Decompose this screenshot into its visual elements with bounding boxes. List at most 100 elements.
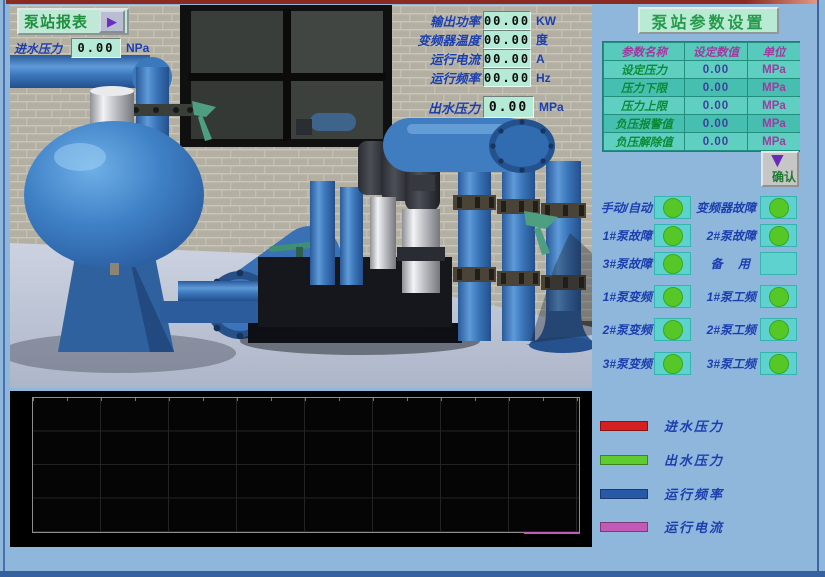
status-spare: 备 用 xyxy=(690,252,797,275)
status-pump1-line: 1#泵工频 xyxy=(690,285,797,308)
param-value[interactable]: 0.00 xyxy=(685,79,747,96)
col-header-value: 设定数值 xyxy=(685,43,747,60)
param-name: 压力下限 xyxy=(604,79,684,96)
outlet-pressure-unit: MPa xyxy=(539,100,564,114)
param-name: 负压解除值 xyxy=(604,133,684,150)
param-name: 压力上限 xyxy=(604,97,684,114)
outlet-pressure-readout: 出水压力 0.00 MPa xyxy=(416,96,564,118)
lamp-box[interactable] xyxy=(760,224,797,247)
col-header-name: 参数名称 xyxy=(604,43,684,60)
param-unit: MPa xyxy=(748,79,800,96)
lamp-icon xyxy=(769,226,789,246)
inlet-pressure-label: 进水压力 xyxy=(14,40,71,57)
status-inverter-fault: 变频器故障 xyxy=(690,196,797,219)
inlet-pressure-value[interactable]: 0.00 xyxy=(71,38,121,58)
legend-swatch xyxy=(600,489,648,499)
output-power-value[interactable]: 00.00 xyxy=(483,11,531,30)
inverter-temp-label: 变频器温度 xyxy=(394,30,480,49)
confirm-button-label: 确认 xyxy=(772,168,796,185)
legend-inlet-pressure: 进水压力 xyxy=(600,416,724,435)
legend-run-current: 运行电流 xyxy=(600,517,724,536)
lamp-icon xyxy=(663,254,683,274)
lamp-box[interactable] xyxy=(654,196,691,219)
run-frequency-value[interactable]: 00.00 xyxy=(483,68,531,87)
run-current-label: 运行电流 xyxy=(394,49,480,68)
param-value[interactable]: 0.00 xyxy=(685,133,747,150)
run-frequency-readout: 运行频率 00.00 Hz xyxy=(394,68,551,87)
status-pump2-line: 2#泵工频 xyxy=(690,318,797,341)
lamp-icon xyxy=(769,354,789,374)
status-manual-auto: 手动/自动 xyxy=(592,196,691,219)
status-pump3-line: 3#泵工频 xyxy=(690,352,797,375)
legend-swatch xyxy=(600,522,648,532)
confirm-button[interactable]: ▼ 确认 xyxy=(761,151,799,187)
inlet-pressure-readout: 进水压力 0.00 NPa xyxy=(14,38,149,58)
run-frequency-label: 运行频率 xyxy=(394,68,480,87)
inverter-temp-readout: 变频器温度 00.00 度 xyxy=(394,30,548,49)
lamp-icon xyxy=(663,287,683,307)
param-unit: MPa xyxy=(748,97,800,114)
lamp-box[interactable] xyxy=(760,252,797,275)
run-current-unit: A xyxy=(536,52,545,66)
outlet-pressure-value[interactable]: 0.00 xyxy=(483,96,534,118)
run-frequency-unit: Hz xyxy=(536,71,551,85)
status-pump3-vfd: 3#泵变频 xyxy=(592,352,691,375)
col-header-unit: 单位 xyxy=(748,43,800,60)
run-current-trace xyxy=(524,532,580,534)
inlet-pressure-unit: NPa xyxy=(126,41,149,55)
report-button[interactable]: 泵站报表 ▶ xyxy=(17,8,129,35)
lamp-icon xyxy=(663,320,683,340)
legend-swatch xyxy=(600,421,648,431)
window-border-bottom xyxy=(0,571,825,577)
window-border-right xyxy=(817,0,819,577)
lamp-icon xyxy=(769,198,789,218)
inverter-temp-value[interactable]: 00.00 xyxy=(483,30,531,49)
run-current-value[interactable]: 00.00 xyxy=(483,49,531,68)
settings-table: 参数名称 设定数值 单位 设定压力 0.00 MPa 压力下限 0.00 MPa… xyxy=(602,41,800,152)
status-pump2-vfd: 2#泵变频 xyxy=(592,318,691,341)
lamp-icon xyxy=(663,198,683,218)
legend-run-frequency: 运行频率 xyxy=(600,484,724,503)
param-name: 负压报警值 xyxy=(604,115,684,132)
title-stripe xyxy=(6,0,819,4)
settings-panel-title: 泵站参数设置 xyxy=(638,7,779,34)
play-icon[interactable]: ▶ xyxy=(99,10,125,33)
report-button-label: 泵站报表 xyxy=(24,11,99,32)
lamp-icon xyxy=(769,320,789,340)
param-unit: MPa xyxy=(748,115,800,132)
legend-swatch xyxy=(600,455,648,465)
inverter-temp-unit: 度 xyxy=(536,31,548,48)
status-pump1-vfd: 1#泵变频 xyxy=(592,285,691,308)
lamp-box[interactable] xyxy=(760,285,797,308)
param-value[interactable]: 0.00 xyxy=(685,97,747,114)
window-border-left xyxy=(3,0,5,577)
lamp-box[interactable] xyxy=(654,285,691,308)
param-value[interactable]: 0.00 xyxy=(685,115,747,132)
outlet-pressure-label: 出水压力 xyxy=(416,98,480,117)
lamp-box[interactable] xyxy=(654,352,691,375)
lamp-icon xyxy=(663,226,683,246)
lamp-icon xyxy=(769,287,789,307)
lamp-icon xyxy=(663,354,683,374)
lamp-box[interactable] xyxy=(654,252,691,275)
pump-station-hmi: 泵站报表 ▶ 进水压力 0.00 NPa 输出功率 00.00 KW 变频器温度… xyxy=(0,0,825,577)
run-current-readout: 运行电流 00.00 A xyxy=(394,49,545,68)
lamp-box[interactable] xyxy=(760,318,797,341)
output-power-readout: 输出功率 00.00 KW xyxy=(394,11,556,30)
lamp-box[interactable] xyxy=(760,196,797,219)
param-unit: MPa xyxy=(748,61,800,78)
lamp-box[interactable] xyxy=(654,318,691,341)
lamp-box[interactable] xyxy=(760,352,797,375)
trend-chart[interactable] xyxy=(10,391,592,547)
lamp-box[interactable] xyxy=(654,224,691,247)
window xyxy=(180,5,392,147)
output-power-unit: KW xyxy=(536,14,556,28)
param-name: 设定压力 xyxy=(604,61,684,78)
param-value[interactable]: 0.00 xyxy=(685,61,747,78)
status-pump2-fault: 2#泵故障 xyxy=(690,224,797,247)
status-pump3-fault: 3#泵故障 xyxy=(592,252,691,275)
legend-outlet-pressure: 出水压力 xyxy=(600,450,724,469)
status-pump1-fault: 1#泵故障 xyxy=(592,224,691,247)
param-unit: MPa xyxy=(748,133,800,150)
trend-plot-area xyxy=(32,397,580,533)
